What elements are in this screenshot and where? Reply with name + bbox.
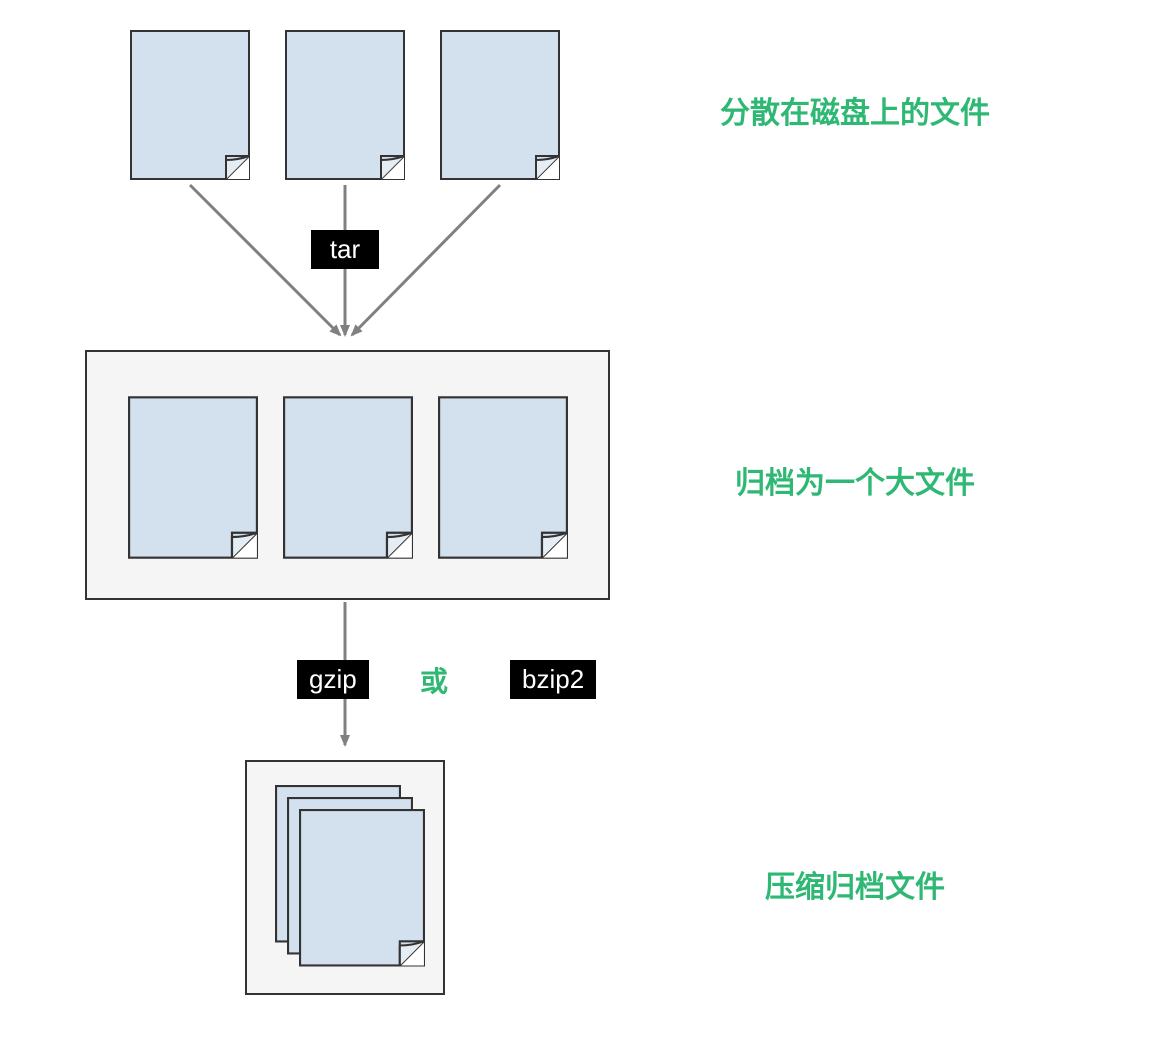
diagram-canvas: 分散在磁盘上的文件 tar 归档为一个大文件 gzip 或 bzip2 bbox=[0, 0, 1166, 1052]
label-archived: 归档为一个大文件 bbox=[735, 458, 975, 502]
badge-gzip: gzip bbox=[297, 660, 369, 699]
label-compressed: 压缩归档文件 bbox=[765, 862, 945, 906]
label-or: 或 bbox=[420, 660, 448, 700]
stacked-files bbox=[275, 785, 425, 975]
label-scattered: 分散在磁盘上的文件 bbox=[720, 88, 990, 132]
badge-bzip2: bzip2 bbox=[510, 660, 596, 699]
